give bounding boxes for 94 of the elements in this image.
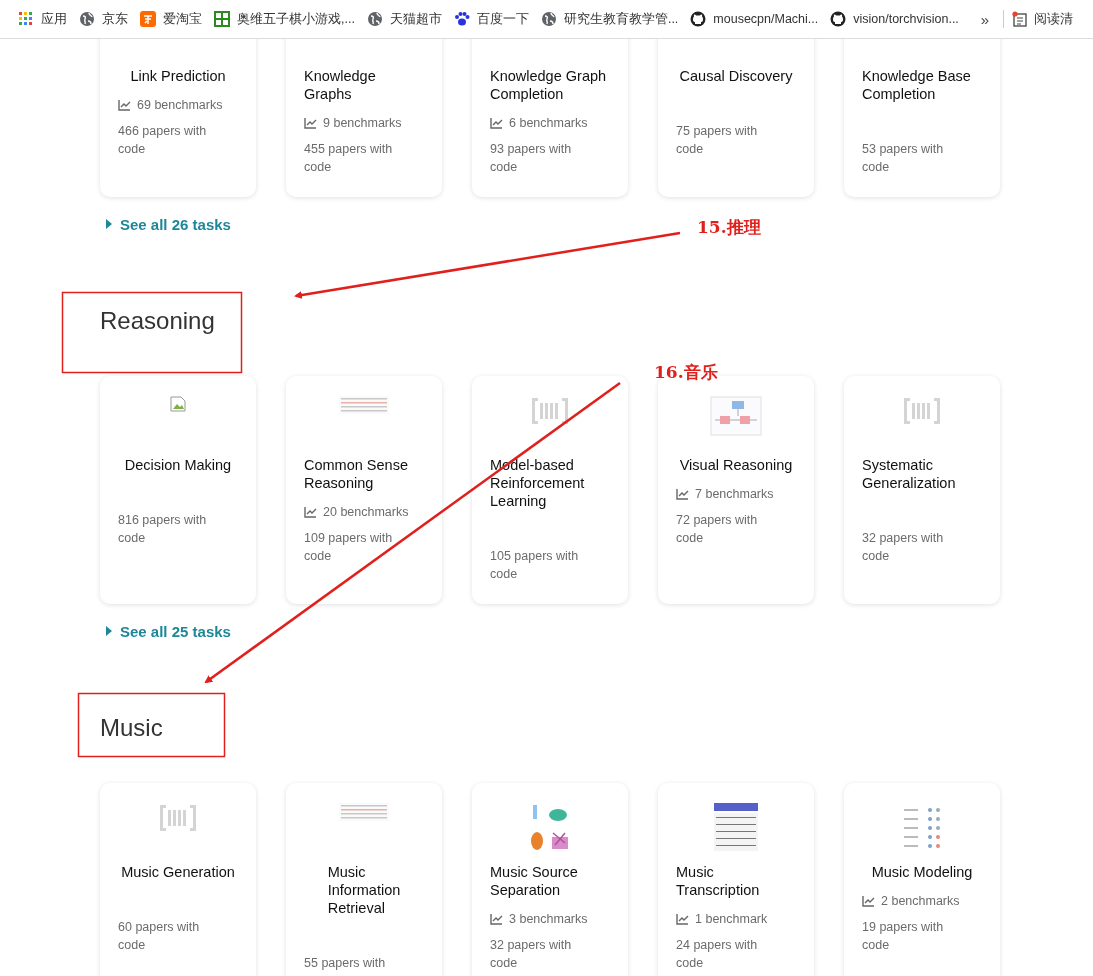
placeholder-logo <box>532 396 568 426</box>
benchmark-count: 9 benchmarks <box>323 116 402 130</box>
task-card[interactable]: Systematic Generalization 32 papers with code <box>844 376 1000 604</box>
see-all-link[interactable]: See all 25 tasks <box>120 622 231 640</box>
caret-icon <box>106 626 112 636</box>
task-title: Knowledge Graphs <box>304 67 377 103</box>
bookmark-link[interactable]: mousecpn/Machi... <box>684 5 825 33</box>
diagram-thumbnail <box>710 396 762 436</box>
task-title: Visual Reasoning <box>679 456 793 474</box>
papers-count: 60 papers with code <box>118 919 201 954</box>
task-title: Causal Discovery <box>679 67 793 85</box>
task-card[interactable]: Common Sense Reasoning 20 benchmarks 109 papers with code <box>286 376 442 604</box>
papers-count: 19 papers with code <box>862 919 945 954</box>
paw-icon <box>453 11 470 27</box>
globe-icon <box>366 11 383 27</box>
bookmark-link[interactable]: 天猫超市 <box>360 5 448 33</box>
papers-count: 105 papers with code <box>490 548 580 583</box>
task-card[interactable]: Decision Making 816 papers with code <box>100 376 256 604</box>
broken-image-icon <box>170 396 186 412</box>
task-title: Link Prediction <box>130 67 226 85</box>
papers-count: 32 papers with code <box>490 937 573 972</box>
papers-count: 55 papers with <box>304 955 387 972</box>
chart-icon <box>304 506 317 518</box>
chart-icon <box>676 913 689 925</box>
benchmark-count: 2 benchmarks <box>881 894 960 908</box>
task-title: Systematic Generalization <box>862 456 957 492</box>
task-card[interactable]: Knowledge Graphs 9 benchmarks 455 papers with code <box>286 39 442 197</box>
task-title: Music Generation <box>121 863 235 881</box>
globe-icon <box>540 11 557 27</box>
caret-icon <box>106 219 112 229</box>
task-title: Decision Making <box>124 456 232 474</box>
music-score-thumbnail <box>714 803 758 851</box>
papers-count: 53 papers with code <box>862 141 945 176</box>
papers-count: 75 papers with code <box>676 123 759 158</box>
game-board-icon <box>214 11 230 27</box>
task-card[interactable]: Link Prediction 69 benchmarks 466 papers with code <box>100 39 256 197</box>
chart-icon <box>676 488 689 500</box>
task-title: Knowledge Graph Completion <box>490 67 608 103</box>
task-title: Music Information Retrieval <box>327 863 401 917</box>
cat-icon <box>690 11 707 27</box>
bookmark-link[interactable]: 百度一下 <box>447 5 535 33</box>
papers-count: 466 papers with code <box>118 123 208 158</box>
see-all-link[interactable]: See all 26 tasks <box>120 215 231 233</box>
task-card[interactable]: Music Modeling 2 benchmarks 19 papers with code <box>844 783 1000 976</box>
cat-icon <box>830 11 847 27</box>
task-card[interactable]: Music Information Retrieval 55 papers with <box>286 783 442 976</box>
benchmark-count: 3 benchmarks <box>509 912 588 926</box>
task-card[interactable]: Knowledge Graph Completion 6 benchmarks 93 papers with code <box>472 39 628 197</box>
bookmark-link[interactable]: 应用 <box>12 5 73 33</box>
reading-list-button[interactable]: 阅读清 <box>1012 10 1074 28</box>
section-heading: Reasoning <box>100 306 216 336</box>
papers-count: 24 papers with code <box>676 937 759 972</box>
reading-list-icon <box>1012 11 1029 27</box>
more-bookmarks-button[interactable]: » <box>974 10 996 28</box>
task-title: Music Modeling <box>871 863 973 881</box>
task-card[interactable]: Knowledge Base Completion 53 papers with code <box>844 39 1000 197</box>
papers-count: 455 papers with code <box>304 141 394 176</box>
bookmark-link[interactable]: vision/torchvision... <box>824 5 965 33</box>
task-card[interactable]: Music Transcription 1 benchmark 24 papers with code <box>658 783 814 976</box>
shopping-icon <box>140 11 156 27</box>
annotation-label: 15.推理 <box>697 216 761 239</box>
benchmark-count: 20 benchmarks <box>323 505 409 519</box>
apps-grid-icon <box>18 11 34 27</box>
benchmark-count: 69 benchmarks <box>137 98 223 112</box>
task-card[interactable]: Music Source Separation 3 benchmarks 32 papers with code <box>472 783 628 976</box>
task-title: Common Sense Reasoning <box>304 456 409 492</box>
task-title: Music Transcription <box>676 863 761 899</box>
task-card[interactable]: Music Generation 60 papers with code <box>100 783 256 976</box>
benchmark-count: 1 benchmark <box>695 912 768 926</box>
benchmark-count: 6 benchmarks <box>509 116 588 130</box>
chart-icon <box>118 99 131 111</box>
globe-icon <box>79 11 95 27</box>
bookmark-link[interactable]: 研究生教育教学管... <box>534 5 685 33</box>
section-heading: Music <box>100 713 164 743</box>
task-card[interactable]: Causal Discovery 75 papers with code <box>658 39 814 197</box>
papers-count: 109 papers with code <box>304 530 394 565</box>
chart-icon <box>490 117 503 129</box>
papers-count: 816 papers with code <box>118 512 208 547</box>
chart-icon <box>304 117 317 129</box>
bookmark-link[interactable]: 奥维五子棋小游戏,... <box>208 5 361 33</box>
table-thumbnail <box>339 396 389 414</box>
table-thumbnail <box>339 803 389 821</box>
placeholder-logo <box>904 396 940 426</box>
papers-count: 32 papers with code <box>862 530 945 565</box>
bookmark-link[interactable]: 爱淘宝 <box>134 5 208 33</box>
chart-icon <box>862 895 875 907</box>
benchmark-count: 7 benchmarks <box>695 487 774 501</box>
task-title: Music Source Separation <box>490 863 579 899</box>
chart-icon <box>490 913 503 925</box>
bookmark-link[interactable]: 京东 <box>73 5 134 33</box>
task-title: Knowledge Base Completion <box>862 67 972 103</box>
placeholder-logo <box>160 803 196 833</box>
papers-count: 72 papers with code <box>676 512 759 547</box>
papers-count: 93 papers with code <box>490 141 573 176</box>
